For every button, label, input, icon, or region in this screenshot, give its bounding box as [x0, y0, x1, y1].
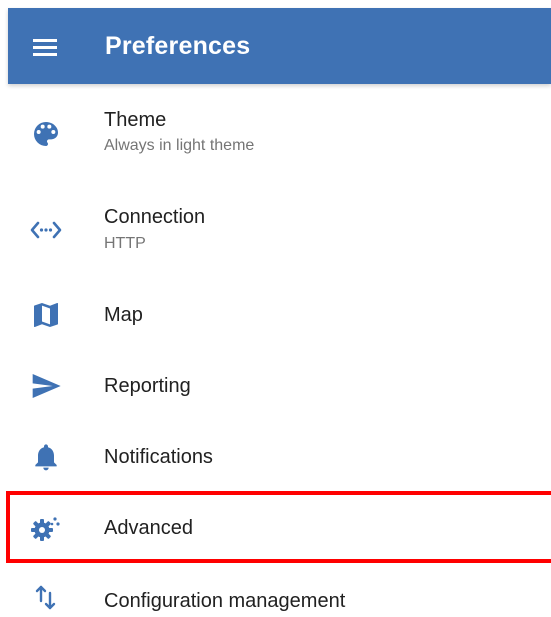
preference-title: Advanced	[104, 517, 193, 539]
preference-item-advanced[interactable]: Advanced	[0, 505, 551, 551]
preference-item-map[interactable]: Map	[0, 292, 551, 338]
preference-title: Map	[104, 304, 143, 326]
app-bar: Preferences	[8, 8, 551, 84]
connection-code-icon	[30, 214, 62, 246]
preference-subtitle: HTTP	[104, 235, 146, 252]
map-icon	[30, 299, 62, 331]
preference-item-connection[interactable]: Connection HTTP	[0, 198, 551, 278]
preference-title: Notifications	[104, 446, 213, 468]
preference-title: Connection	[104, 206, 206, 228]
palette-icon	[30, 118, 62, 150]
preference-item-configuration-management[interactable]: Configuration management	[0, 577, 551, 617]
preference-item-theme[interactable]: Theme Always in light theme	[0, 100, 551, 180]
preference-item-notifications[interactable]: Notifications	[0, 434, 551, 480]
preference-subtitle: Always in light theme	[104, 137, 255, 154]
gear-sparkle-icon	[30, 512, 62, 544]
hamburger-menu-icon[interactable]	[30, 32, 60, 62]
page-title: Preferences	[105, 32, 251, 60]
send-icon	[30, 370, 62, 402]
preference-item-reporting[interactable]: Reporting	[0, 363, 551, 409]
bell-icon	[30, 441, 62, 473]
preference-title: Reporting	[104, 375, 191, 397]
preference-title: Configuration management	[104, 590, 346, 612]
import-export-arrows-icon	[30, 582, 62, 614]
preference-title: Theme	[104, 109, 167, 131]
